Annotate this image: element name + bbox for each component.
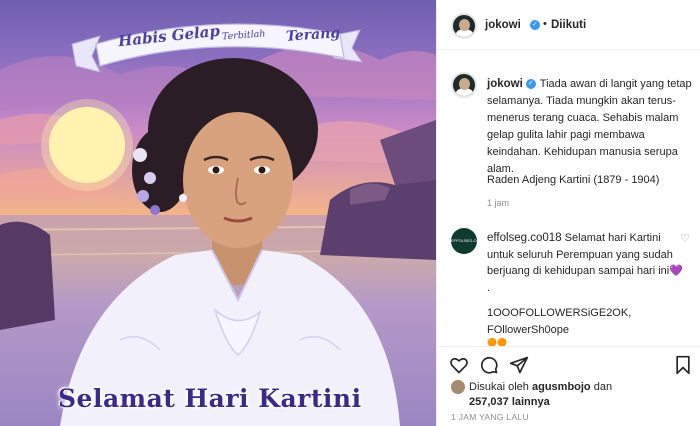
post-art-caption: Selamat Hari Kartini	[58, 384, 362, 413]
caption-username[interactable]: jokowi	[487, 78, 523, 90]
verified-badge-icon: ✓	[530, 20, 540, 30]
likes-suffix[interactable]: lainnya	[512, 396, 550, 408]
purple-heart-emoji: 💜	[669, 265, 683, 277]
commenter-avatar[interactable]: EFFOLSEG.CO018	[451, 228, 486, 254]
save-bookmark-icon[interactable]	[673, 355, 693, 375]
share-send-icon[interactable]	[509, 355, 529, 375]
comment-bubble-icon[interactable]	[479, 355, 499, 375]
likes-prefix: Disukai oleh	[469, 381, 529, 393]
comment-like-icon[interactable]: ♡	[680, 232, 690, 245]
caption-verified-badge-icon: ✓	[525, 79, 536, 90]
post-image[interactable]: Habis Gelap Terbitlah Terang Selamat Har…	[0, 0, 436, 426]
kartini-illustration	[0, 23, 436, 426]
author-avatar[interactable]	[451, 13, 477, 39]
comment-extra-dot: .	[487, 282, 491, 294]
likes-count[interactable]: 257,037	[469, 396, 509, 408]
likes-text[interactable]: Disukai oleh agusmbojo dan 257,037 lainn…	[469, 380, 669, 410]
caption-text: Tiada awan di langit yang tetap selamany…	[487, 78, 692, 175]
post-header: jokowi ✓ • Diikuti	[437, 0, 700, 50]
follow-status-button[interactable]: Diikuti	[551, 19, 586, 31]
post-details-panel: jokowi ✓ • Diikuti jokowi ✓ Tiada awan di …	[436, 0, 700, 426]
action-bar	[437, 346, 700, 376]
post-timestamp[interactable]: 1 JAM YANG LALU	[451, 412, 529, 422]
like-heart-icon[interactable]	[449, 355, 469, 375]
caption-timestamp[interactable]: 1 jam	[487, 198, 509, 208]
liker-avatar[interactable]	[451, 380, 465, 394]
caption-quote-author: Raden Adjeng Kartini (1879 - 1904)	[487, 174, 660, 186]
caption-author-avatar[interactable]	[451, 72, 477, 98]
comment-extra-followers: 1OOOFOLLOWERSiGE2OK,	[487, 307, 632, 319]
likes-conj: dan	[593, 381, 613, 393]
caption-body: jokowi ✓ Tiada awan di langit yang tetap s…	[487, 76, 697, 178]
likes-user[interactable]: agusmbojo	[532, 381, 591, 393]
header-separator: •	[543, 18, 547, 30]
comment-extra-shop: FOllowerSh0ope	[487, 324, 569, 336]
commenter-username[interactable]: effolseg.co018	[487, 232, 562, 244]
comment-body: effolseg.co018 Selamat hari Kartini untu…	[487, 230, 683, 280]
author-username[interactable]: jokowi	[485, 19, 521, 31]
